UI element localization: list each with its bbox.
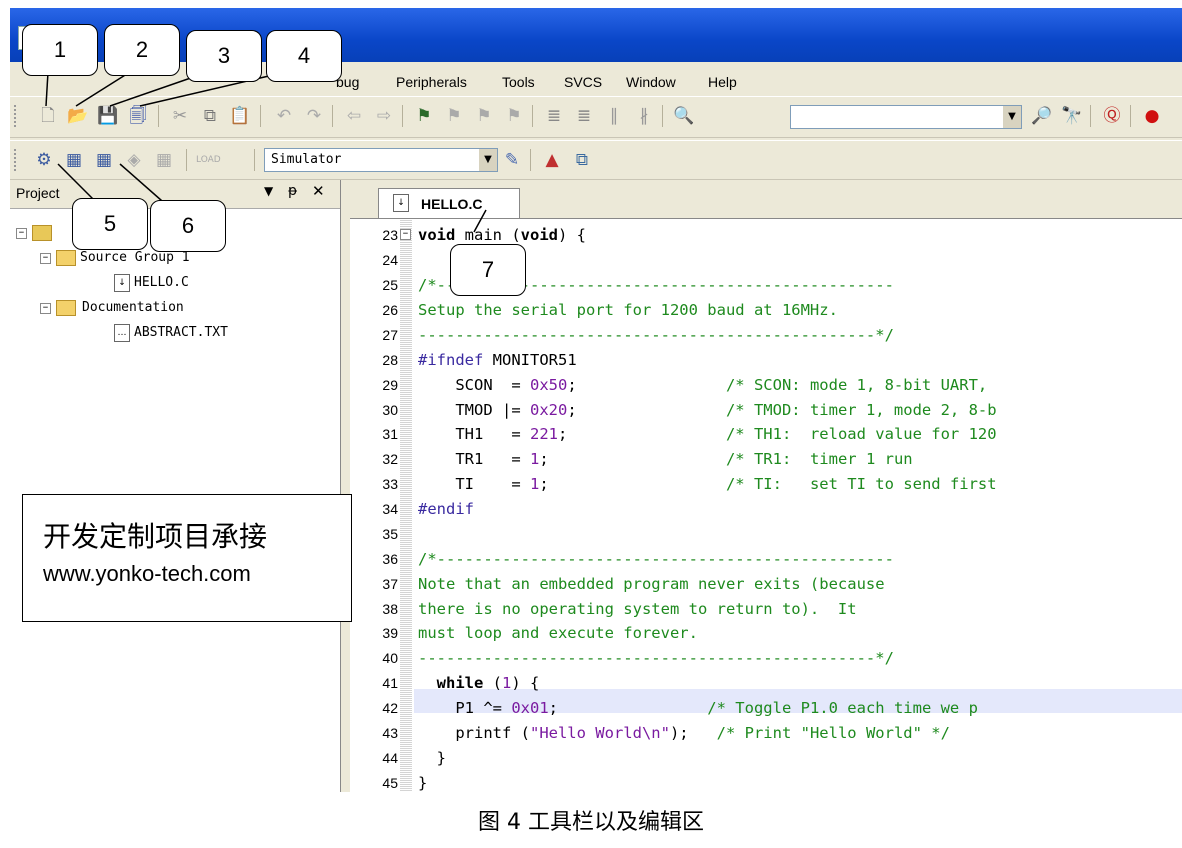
- callout-pointer-5: [57, 163, 95, 201]
- watermark-box: 开发定制项目承接 www.yonko-tech.com: [22, 494, 352, 622]
- callout-pointer-7: [473, 209, 487, 233]
- callout-5: 5: [72, 198, 148, 250]
- callout-3: 3: [186, 30, 262, 82]
- callout-pointer-1: [45, 71, 49, 107]
- figure-caption: 图 4 工具栏以及编辑区: [478, 810, 704, 835]
- callout-7: 7: [450, 244, 526, 296]
- callout-pointer-2: [75, 71, 131, 107]
- callout-6: 6: [150, 200, 226, 252]
- watermark-line-1: 开发定制项目承接: [43, 520, 268, 553]
- callout-1: 1: [22, 24, 98, 76]
- watermark-line-2: www.yonko-tech.com: [43, 561, 251, 586]
- callout-2: 2: [104, 24, 180, 76]
- callout-pointers: [45, 71, 487, 233]
- callout-4: 4: [266, 30, 342, 82]
